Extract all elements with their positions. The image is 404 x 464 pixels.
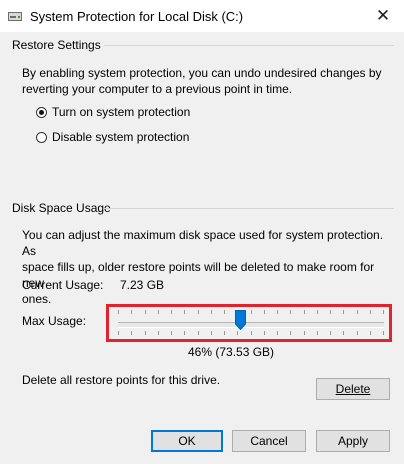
slider-tick [224, 331, 225, 335]
turn-on-protection-radio[interactable]: Turn on system protection [36, 105, 190, 119]
slider-tick [370, 331, 371, 335]
slider-tick [158, 310, 159, 314]
radio-selected-icon [36, 106, 47, 118]
slider-tick [131, 331, 132, 335]
slider-tick [171, 310, 172, 314]
ok-button[interactable]: OK [151, 430, 223, 452]
slider-tick [198, 331, 199, 335]
restore-settings-description: By enabling system protection, you can u… [22, 66, 382, 96]
slider-tick [317, 331, 318, 335]
slider-tick [264, 310, 265, 314]
title-bar: System Protection for Local Disk (C:) ✕ [0, 0, 404, 32]
max-usage-label: Max Usage: [22, 314, 87, 328]
slider-tick [304, 310, 305, 314]
slider-tick [118, 310, 119, 314]
slider-tick [171, 331, 172, 335]
slider-tick [330, 331, 331, 335]
delete-button[interactable]: Delete [316, 378, 390, 400]
slider-tick [198, 310, 199, 314]
slider-tick [343, 331, 344, 335]
slider-tick [211, 310, 212, 314]
slider-tick [131, 310, 132, 314]
slider-tick [184, 331, 185, 335]
slider-tick [330, 310, 331, 314]
slider-ticks-bottom [118, 331, 384, 335]
disk-space-divider [104, 208, 394, 209]
slider-tick [224, 310, 225, 314]
disk-space-description: You can adjust the maximum disk space us… [22, 228, 384, 306]
disable-protection-radio[interactable]: Disable system protection [36, 130, 189, 144]
slider-tick [251, 331, 252, 335]
slider-tick [383, 331, 384, 335]
current-usage-value: 7.23 GB [120, 278, 165, 292]
slider-tick [343, 310, 344, 314]
disk-space-header: Disk Space Usage [12, 201, 111, 215]
turn-on-protection-label: Turn on system protection [52, 105, 191, 119]
slider-tick [145, 331, 146, 335]
window-title: System Protection for Local Disk (C:) [30, 9, 244, 24]
restore-settings-header: Restore Settings [12, 38, 101, 52]
slider-tick [290, 310, 291, 314]
close-button[interactable]: ✕ [366, 0, 400, 32]
slider-tick [184, 310, 185, 314]
slider-tick [211, 331, 212, 335]
slider-tick [145, 310, 146, 314]
slider-tick [251, 310, 252, 314]
apply-button[interactable]: Apply [316, 430, 390, 452]
radio-unselected-icon [36, 131, 47, 143]
delete-description: Delete all restore points for this drive… [22, 373, 221, 387]
max-usage-slider[interactable] [118, 322, 384, 328]
slider-tick [158, 331, 159, 335]
close-icon: ✕ [375, 6, 391, 25]
slider-tick [383, 310, 384, 314]
slider-tick [264, 331, 265, 335]
slider-tick [277, 310, 278, 314]
drive-icon [8, 12, 22, 21]
max-usage-value: 46% (73.53 GB) [188, 345, 275, 359]
slider-tick [357, 310, 358, 314]
cancel-button[interactable]: Cancel [232, 430, 306, 452]
slider-tick [118, 331, 119, 335]
slider-tick [290, 331, 291, 335]
slider-tick [317, 310, 318, 314]
disable-protection-label: Disable system protection [52, 130, 190, 144]
slider-tick [237, 331, 238, 335]
slider-tick [370, 310, 371, 314]
slider-tick [304, 331, 305, 335]
slider-ticks-top [118, 310, 384, 314]
slider-tick [357, 331, 358, 335]
current-usage-label: Current Usage: [22, 278, 104, 292]
restore-settings-divider [104, 45, 394, 46]
slider-thumb[interactable] [235, 310, 246, 330]
slider-tick [277, 331, 278, 335]
